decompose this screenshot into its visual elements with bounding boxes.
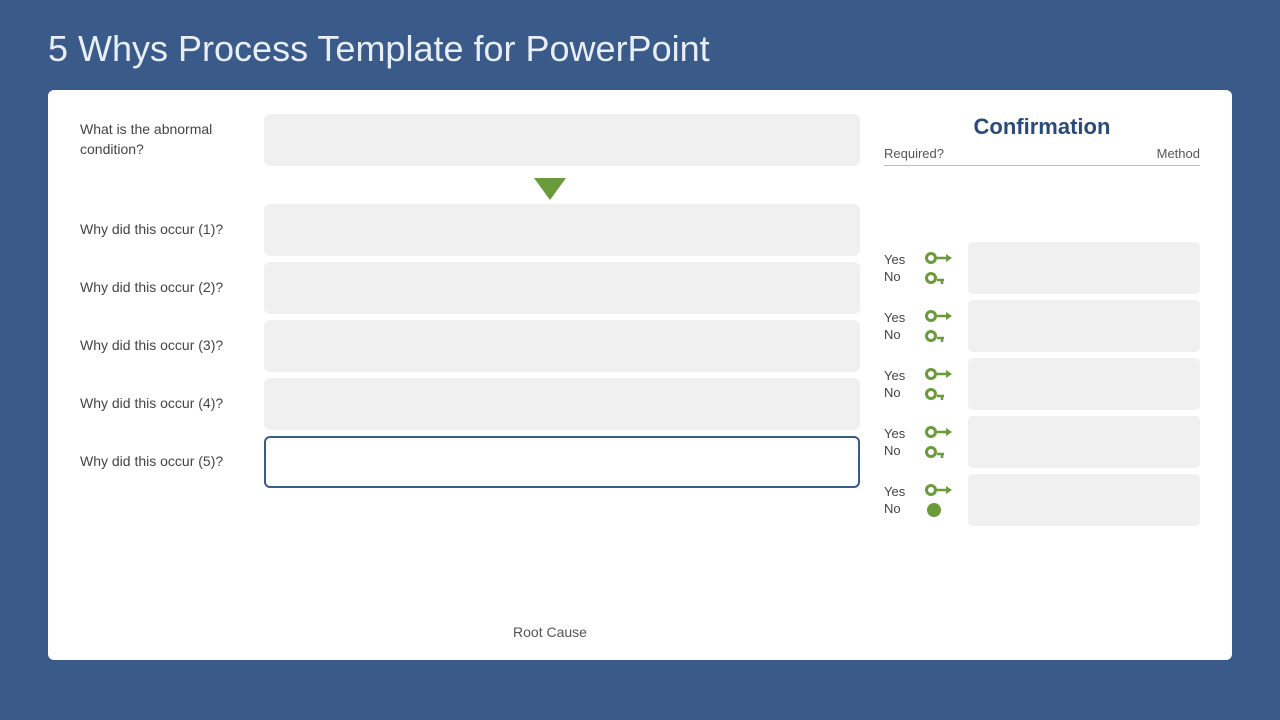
yes-label-1: Yes <box>884 252 916 267</box>
method-box-1[interactable] <box>968 242 1200 294</box>
no-icon-4[interactable] <box>924 444 952 460</box>
yes-label-5: Yes <box>884 484 916 499</box>
no-label-3: No <box>884 385 916 400</box>
conf-row-5: Yes No <box>884 474 1200 526</box>
icons-col-5 <box>924 482 960 518</box>
no-icon-1[interactable] <box>924 270 952 286</box>
no-icon-5[interactable] <box>924 502 952 518</box>
arrow-down-icon <box>534 178 566 200</box>
confirmation-header: Required? Method <box>884 146 1200 166</box>
no-label-2: No <box>884 327 916 342</box>
yes-no-5: Yes No <box>884 484 916 516</box>
why-input-4[interactable] <box>264 378 860 430</box>
left-column: What is the abnormal condition? Why did … <box>80 114 860 640</box>
why-label-3: Why did this occur (3)? <box>80 336 240 356</box>
conf-row-1: Yes No <box>884 242 1200 294</box>
yes-label-2: Yes <box>884 310 916 325</box>
no-icon-3[interactable] <box>924 386 952 402</box>
why-input-2[interactable] <box>264 262 860 314</box>
why-label-2: Why did this occur (2)? <box>80 278 240 298</box>
method-header: Method <box>1157 146 1200 161</box>
required-header: Required? <box>884 146 944 161</box>
page-title: 5 Whys Process Template for PowerPoint <box>0 0 1280 90</box>
icons-col-4 <box>924 424 960 460</box>
yes-no-4: Yes No <box>884 426 916 458</box>
why-input-3[interactable] <box>264 320 860 372</box>
abnormal-input-box[interactable] <box>264 114 860 166</box>
yes-no-1: Yes No <box>884 252 916 284</box>
why-label-1: Why did this occur (1)? <box>80 220 240 240</box>
main-card: What is the abnormal condition? Why did … <box>48 90 1232 660</box>
no-label-4: No <box>884 443 916 458</box>
arrow-down-row <box>80 178 860 200</box>
confirmation-title: Confirmation <box>884 114 1200 140</box>
yes-no-2: Yes No <box>884 310 916 342</box>
root-cause-label: Root Cause <box>80 624 860 640</box>
conf-spacer <box>884 172 1200 242</box>
method-box-5[interactable] <box>968 474 1200 526</box>
icons-col-2 <box>924 308 960 344</box>
yes-icon-5[interactable] <box>924 482 952 498</box>
why-row-5: Why did this occur (5)? <box>80 436 860 488</box>
why-row-2: Why did this occur (2)? <box>80 262 860 314</box>
yes-label-3: Yes <box>884 368 916 383</box>
method-box-4[interactable] <box>968 416 1200 468</box>
yes-no-3: Yes No <box>884 368 916 400</box>
no-icon-2[interactable] <box>924 328 952 344</box>
yes-icon-2[interactable] <box>924 308 952 324</box>
conf-row-3: Yes No <box>884 358 1200 410</box>
confirmation-rows: Yes No <box>884 242 1200 640</box>
why-row-4: Why did this occur (4)? <box>80 378 860 430</box>
why-row-3: Why did this occur (3)? <box>80 320 860 372</box>
why-input-1[interactable] <box>264 204 860 256</box>
yes-icon-1[interactable] <box>924 250 952 266</box>
yes-icon-4[interactable] <box>924 424 952 440</box>
method-box-2[interactable] <box>968 300 1200 352</box>
icons-col-3 <box>924 366 960 402</box>
why-label-4: Why did this occur (4)? <box>80 394 240 414</box>
abnormal-label: What is the abnormal condition? <box>80 120 240 159</box>
right-column: Confirmation Required? Method Yes No <box>860 114 1200 640</box>
no-label-1: No <box>884 269 916 284</box>
yes-icon-3[interactable] <box>924 366 952 382</box>
why-row-1: Why did this occur (1)? <box>80 204 860 256</box>
why-rows-container: Why did this occur (1)? Why did this occ… <box>80 204 860 620</box>
conf-row-2: Yes No <box>884 300 1200 352</box>
no-label-5: No <box>884 501 916 516</box>
icons-col-1 <box>924 250 960 286</box>
why-input-5[interactable] <box>264 436 860 488</box>
why-label-5: Why did this occur (5)? <box>80 452 240 472</box>
conf-row-4: Yes No <box>884 416 1200 468</box>
abnormal-row: What is the abnormal condition? <box>80 114 860 166</box>
method-box-3[interactable] <box>968 358 1200 410</box>
yes-label-4: Yes <box>884 426 916 441</box>
